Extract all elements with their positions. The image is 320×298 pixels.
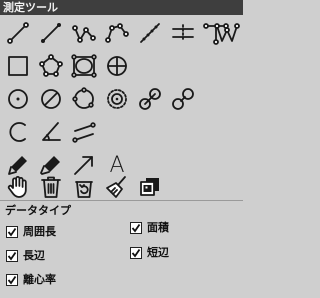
checkbox-label: 短辺 [147, 246, 169, 259]
undo-delete-icon[interactable] [70, 173, 98, 201]
circle-three-point-tool-icon[interactable] [70, 85, 98, 113]
trash-icon[interactable] [37, 173, 65, 201]
checkbox-short-side[interactable]: 短辺 [130, 245, 169, 261]
concentric-circle-tool-icon[interactable] [103, 85, 131, 113]
checkbox-label: 面積 [147, 221, 169, 234]
crosshair-circle-tool-icon[interactable] [103, 52, 131, 80]
checkbox-box[interactable] [130, 247, 142, 259]
line-distance-tool-icon[interactable] [70, 118, 98, 146]
w-line-tool-icon[interactable] [213, 19, 241, 47]
checkbox-box[interactable] [130, 222, 142, 234]
circle-distance-tool-icon[interactable] [136, 85, 164, 113]
segmented-line-tool-icon[interactable] [136, 19, 164, 47]
open-polygon-tool-icon[interactable] [103, 19, 131, 47]
checkbox-perimeter[interactable]: 周囲長 [6, 224, 56, 240]
checkbox-label: 長辺 [23, 249, 45, 262]
circle-center-tool-icon[interactable] [4, 85, 32, 113]
tool-grid: A [0, 15, 243, 201]
checkbox-box[interactable] [6, 274, 18, 286]
checkbox-box[interactable] [6, 226, 18, 238]
line-tool-icon[interactable] [4, 19, 32, 47]
circle-diameter-tool-icon[interactable] [37, 85, 65, 113]
broom-icon[interactable] [103, 173, 131, 201]
polygon-tool-icon[interactable] [37, 52, 65, 80]
angle-line-tool-icon[interactable] [37, 19, 65, 47]
section-divider [0, 200, 243, 201]
polyline-tool-icon[interactable] [70, 19, 98, 47]
checkbox-label: 周囲長 [23, 225, 56, 238]
data-type-title: データタイプ [5, 204, 71, 217]
angle-tool-icon[interactable] [37, 118, 65, 146]
checkbox-box[interactable] [6, 250, 18, 262]
checkbox-label: 離心率 [23, 273, 56, 286]
image-stack-icon[interactable] [136, 173, 164, 201]
circle-to-circle-tool-icon[interactable] [169, 85, 197, 113]
panel-title: 測定ツール [0, 0, 243, 15]
checkbox-long-side[interactable]: 長辺 [6, 248, 45, 264]
checkbox-area[interactable]: 面積 [130, 220, 169, 236]
parallel-lines-tool-icon[interactable] [169, 19, 197, 47]
arc-tool-icon[interactable] [4, 118, 32, 146]
hand-tool-icon[interactable] [4, 173, 32, 201]
ellipse-in-rect-tool-icon[interactable] [70, 52, 98, 80]
rectangle-tool-icon[interactable] [4, 52, 32, 80]
checkbox-eccentricity[interactable]: 離心率 [6, 272, 56, 288]
